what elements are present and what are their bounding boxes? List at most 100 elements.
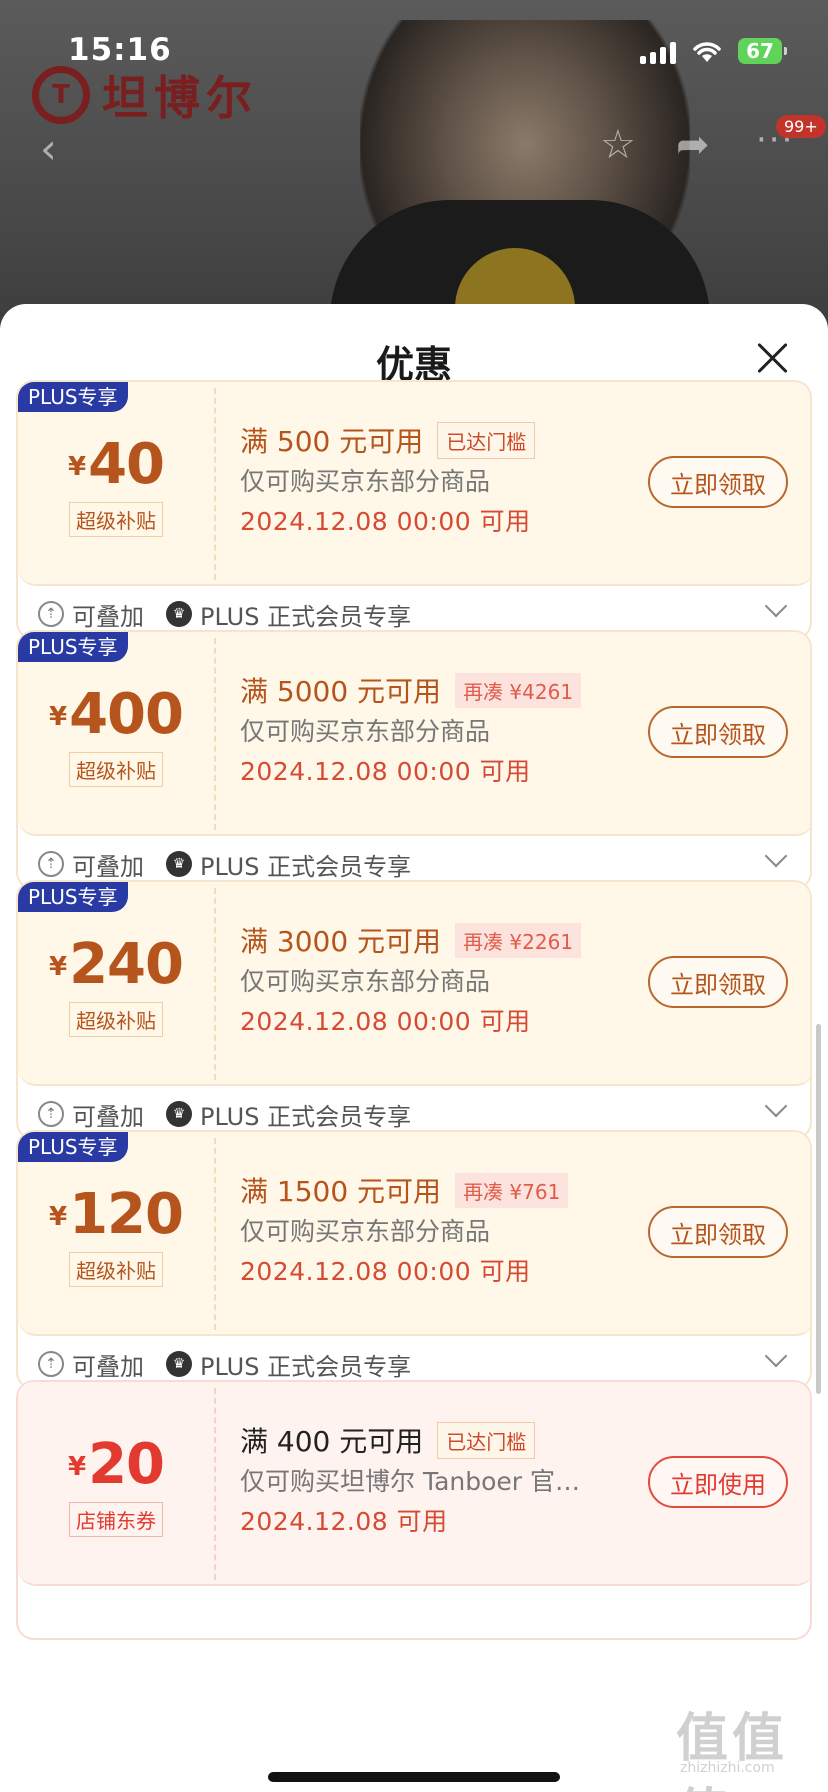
stack-icon: ⇡ (38, 1351, 64, 1377)
home-indicator[interactable] (268, 1772, 560, 1782)
member-label: PLUS 正式会员专享 (200, 1102, 412, 1131)
currency-symbol: ¥ (49, 702, 68, 732)
product-nav-bar: ‹ ☆ ➦ ··· 99+ (0, 110, 828, 180)
coupon-condition-row: 满 5000 元可用 再凑 ¥4261 (240, 670, 582, 710)
stack-icon: ⇡ (38, 851, 64, 877)
coupon-ticket: ¥20 店铺东券 满 400 元可用 已达门槛 仅可购买坦博尔 Tanboer … (18, 1382, 810, 1586)
coupon-value: 40 (88, 432, 165, 497)
crown-icon: ♛ (166, 851, 192, 877)
remaining-amount-badge: 再凑 ¥4261 (455, 672, 582, 708)
stackable-label: 可叠加 (72, 1102, 144, 1131)
coupon-condition: 满 400 元可用 (240, 1425, 424, 1458)
coupon-date: 2024.12.08 00:00 可用 (240, 757, 531, 786)
back-arrow-icon[interactable]: ‹ (40, 124, 57, 173)
coupon-condition: 满 3000 元可用 (240, 925, 442, 958)
coupon-type-label: 超级补贴 (69, 752, 163, 787)
coupon-ticket: PLUS专享 ¥40 超级补贴 满 500 元可用 已达门槛 仅可购买京东部分商… (18, 382, 810, 586)
stackable-label: 可叠加 (72, 852, 144, 881)
chevron-down-icon[interactable] (764, 594, 788, 618)
coupon-divider (214, 1388, 216, 1580)
coupon-amount: ¥400 (18, 682, 214, 747)
coupon-ticket: PLUS专享 ¥400 超级补贴 满 5000 元可用 再凑 ¥4261 仅可购… (18, 632, 810, 836)
member-label: PLUS 正式会员专享 (200, 1352, 412, 1381)
coupon-amount: ¥20 (18, 1432, 214, 1497)
coupon-type-label: 超级补贴 (69, 1002, 163, 1037)
coupon-condition-row: 满 500 元可用 已达门槛 (240, 420, 536, 460)
coupon-date: 2024.12.08 可用 (240, 1507, 448, 1536)
currency-symbol: ¥ (49, 1202, 68, 1232)
coupon-card: PLUS专享 ¥240 超级补贴 满 3000 元可用 再凑 ¥2261 仅可购… (16, 880, 812, 1140)
stack-icon: ⇡ (38, 1101, 64, 1127)
threshold-badge: 已达门槛 (437, 421, 536, 459)
coupon-ticket: PLUS专享 ¥240 超级补贴 满 3000 元可用 再凑 ¥2261 仅可购… (18, 882, 810, 1086)
member-label: PLUS 正式会员专享 (200, 602, 412, 631)
chevron-down-icon[interactable] (764, 1094, 788, 1118)
crown-icon: ♛ (166, 1351, 192, 1377)
stackable-label: 可叠加 (72, 602, 144, 631)
coupon-date: 2024.12.08 00:00 可用 (240, 507, 531, 536)
coupon-value: 400 (69, 682, 184, 747)
claim-button[interactable]: 立即领取 (648, 706, 788, 758)
watermark-url: zhizhizhi.com (680, 1760, 775, 1776)
coupon-condition: 满 500 元可用 (240, 425, 424, 458)
coupon-scope: 仅可购买京东部分商品 (240, 1217, 491, 1246)
coupon-condition-row: 满 3000 元可用 再凑 ¥2261 (240, 920, 582, 960)
claim-button[interactable]: 立即领取 (648, 1206, 788, 1258)
close-icon[interactable] (752, 338, 792, 378)
coupon-amount-column: ¥40 超级补贴 (18, 382, 214, 586)
coupon-type-label: 超级补贴 (69, 1252, 163, 1287)
coupon-condition: 满 5000 元可用 (240, 675, 442, 708)
coupon-scope: 仅可购买京东部分商品 (240, 467, 491, 496)
remaining-amount-badge: 再凑 ¥761 (455, 1172, 569, 1208)
coupon-value: 20 (88, 1432, 165, 1497)
claim-button[interactable]: 立即领取 (648, 956, 788, 1008)
wifi-icon (693, 42, 721, 62)
coupon-type-label: 店铺东券 (69, 1502, 163, 1537)
remaining-amount-badge: 再凑 ¥2261 (455, 922, 582, 958)
coupon-ticket: PLUS专享 ¥120 超级补贴 满 1500 元可用 再凑 ¥761 仅可购买… (18, 1132, 810, 1336)
share-icon[interactable]: ➦ (676, 122, 710, 168)
claim-button[interactable]: 立即领取 (648, 456, 788, 508)
coupon-amount-column: ¥240 超级补贴 (18, 882, 214, 1086)
coupon-condition: 满 1500 元可用 (240, 1175, 442, 1208)
battery-icon: 67 (738, 38, 787, 64)
message-badge: 99+ (776, 115, 826, 138)
coupon-amount: ¥40 (18, 432, 214, 497)
coupon-date: 2024.12.08 00:00 可用 (240, 1257, 531, 1286)
currency-symbol: ¥ (67, 452, 87, 482)
coupon-divider (214, 888, 216, 1080)
coupon-amount: ¥120 (18, 1182, 214, 1247)
coupon-card: PLUS专享 ¥40 超级补贴 满 500 元可用 已达门槛 仅可购买京东部分商… (16, 380, 812, 640)
coupon-condition-row: 满 400 元可用 已达门槛 (240, 1420, 536, 1460)
use-now-button[interactable]: 立即使用 (648, 1456, 788, 1508)
status-bar: 15:16 67 (0, 0, 828, 100)
scrollbar[interactable] (816, 1024, 821, 1394)
coupon-value: 240 (69, 932, 184, 997)
shop-coupon-card: ¥20 店铺东券 满 400 元可用 已达门槛 仅可购买坦博尔 Tanboer … (16, 1380, 812, 1640)
coupon-scope: 仅可购买京东部分商品 (240, 967, 491, 996)
coupon-divider (214, 1138, 216, 1330)
coupon-condition-row: 满 1500 元可用 再凑 ¥761 (240, 1170, 569, 1210)
coupon-amount-column: ¥120 超级补贴 (18, 1132, 214, 1336)
coupon-divider (214, 388, 216, 580)
coupon-type-label: 超级补贴 (69, 502, 163, 537)
status-time: 15:16 (68, 32, 172, 68)
stackable-label: 可叠加 (72, 1352, 144, 1381)
currency-symbol: ¥ (67, 1452, 87, 1482)
currency-symbol: ¥ (49, 952, 68, 982)
coupon-amount-column: ¥20 店铺东券 (18, 1382, 214, 1586)
chevron-down-icon[interactable] (764, 1344, 788, 1368)
crown-icon: ♛ (166, 1101, 192, 1127)
member-label: PLUS 正式会员专享 (200, 852, 412, 881)
coupon-card: PLUS专享 ¥400 超级补贴 满 5000 元可用 再凑 ¥4261 仅可购… (16, 630, 812, 890)
signal-icon (640, 42, 676, 64)
coupon-card: PLUS专享 ¥120 超级补贴 满 1500 元可用 再凑 ¥761 仅可购买… (16, 1130, 812, 1390)
star-icon[interactable]: ☆ (600, 122, 636, 168)
crown-icon: ♛ (166, 601, 192, 627)
coupon-value: 120 (69, 1182, 184, 1247)
chevron-down-icon[interactable] (764, 844, 788, 868)
coupon-divider (214, 638, 216, 830)
coupon-scope: 仅可购买坦博尔 Tanboer 官方… (240, 1467, 600, 1496)
coupon-amount: ¥240 (18, 932, 214, 997)
stack-icon: ⇡ (38, 601, 64, 627)
